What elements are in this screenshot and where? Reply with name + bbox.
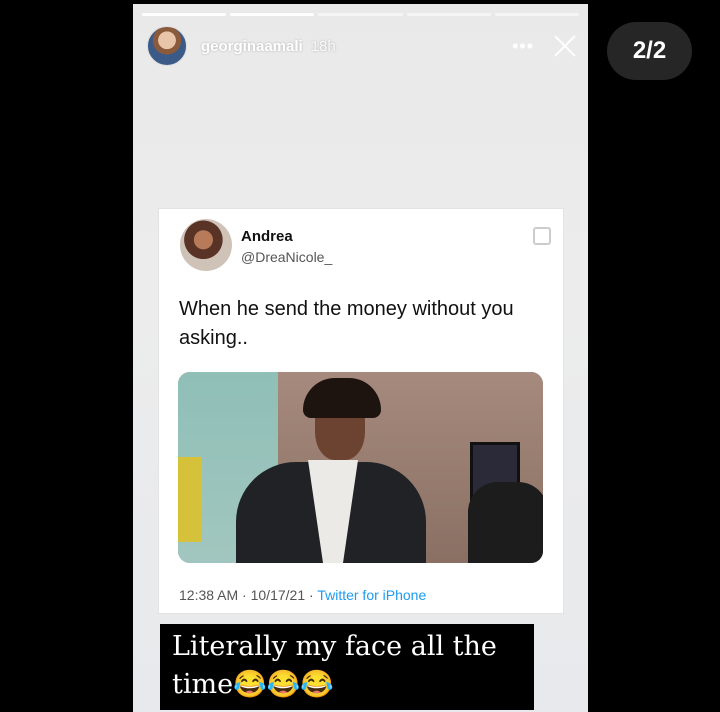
checkbox-icon — [533, 227, 551, 245]
progress-segment — [318, 13, 403, 16]
progress-segment — [142, 13, 227, 16]
meta-separator: · — [238, 587, 251, 603]
story-caption: Literally my face all the time😂😂😂 — [160, 624, 534, 710]
progress-segment — [230, 13, 315, 16]
user-avatar[interactable] — [147, 26, 187, 66]
close-icon[interactable] — [552, 33, 578, 59]
tweet-date: 10/17/21 — [250, 587, 306, 603]
tweet-time: 12:38 AM — [179, 587, 239, 603]
story-username[interactable]: georginaamali — [201, 38, 303, 55]
progress-segment — [406, 13, 491, 16]
tweet-text: When he send the money without you askin… — [179, 298, 514, 349]
story-time: 18h — [310, 37, 336, 55]
tweet-meta: 12:38 AM · 10/17/21 · Twitter for iPhone — [179, 587, 426, 603]
story-progress-bar — [142, 13, 580, 16]
story-counter: 2/2 — [607, 22, 692, 80]
meta-separator: · — [305, 587, 318, 603]
more-options-icon[interactable]: ••• — [512, 36, 534, 57]
tweet-avatar — [180, 219, 232, 271]
tweet-author-name: Andrea — [241, 228, 293, 245]
progress-segment — [494, 13, 580, 16]
story-header: georginaamali 18h ••• — [147, 26, 578, 66]
tweet-author-handle: @DreaNicole_ — [241, 249, 333, 265]
story-viewer: georginaamali 18h ••• Andrea @DreaNicole… — [133, 4, 588, 712]
tweet-image — [178, 372, 543, 563]
tweet-source: Twitter for iPhone — [317, 587, 427, 603]
tweet-card: Andrea @DreaNicole_ When he send the mon… — [158, 208, 564, 614]
